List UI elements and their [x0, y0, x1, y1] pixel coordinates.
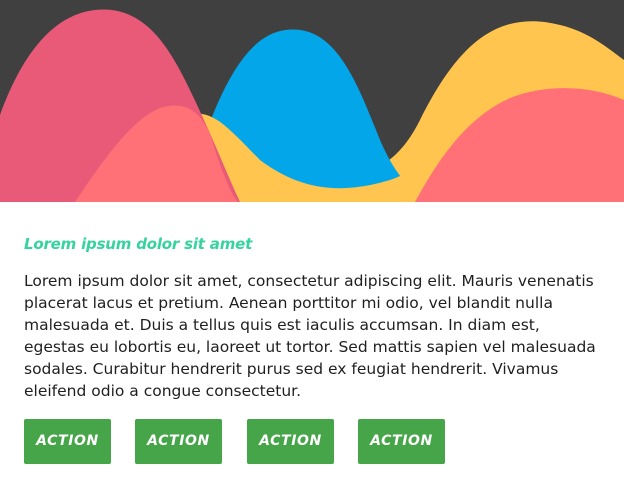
card-content: Lorem ipsum dolor sit amet Lorem ipsum d… [24, 228, 600, 402]
card-body-text: Lorem ipsum dolor sit amet, consectetur … [24, 272, 596, 400]
action-button-3[interactable]: ACTION [247, 419, 334, 464]
action-button-2[interactable]: ACTION [135, 419, 222, 464]
action-button-4[interactable]: ACTION [358, 419, 445, 464]
wave-illustration-icon [0, 0, 624, 202]
hero-illustration [0, 0, 624, 202]
card-title: Lorem ipsum dolor sit amet [24, 235, 253, 253]
action-button-1[interactable]: ACTION [24, 419, 111, 464]
media-card: Lorem ipsum dolor sit amet Lorem ipsum d… [0, 0, 624, 480]
